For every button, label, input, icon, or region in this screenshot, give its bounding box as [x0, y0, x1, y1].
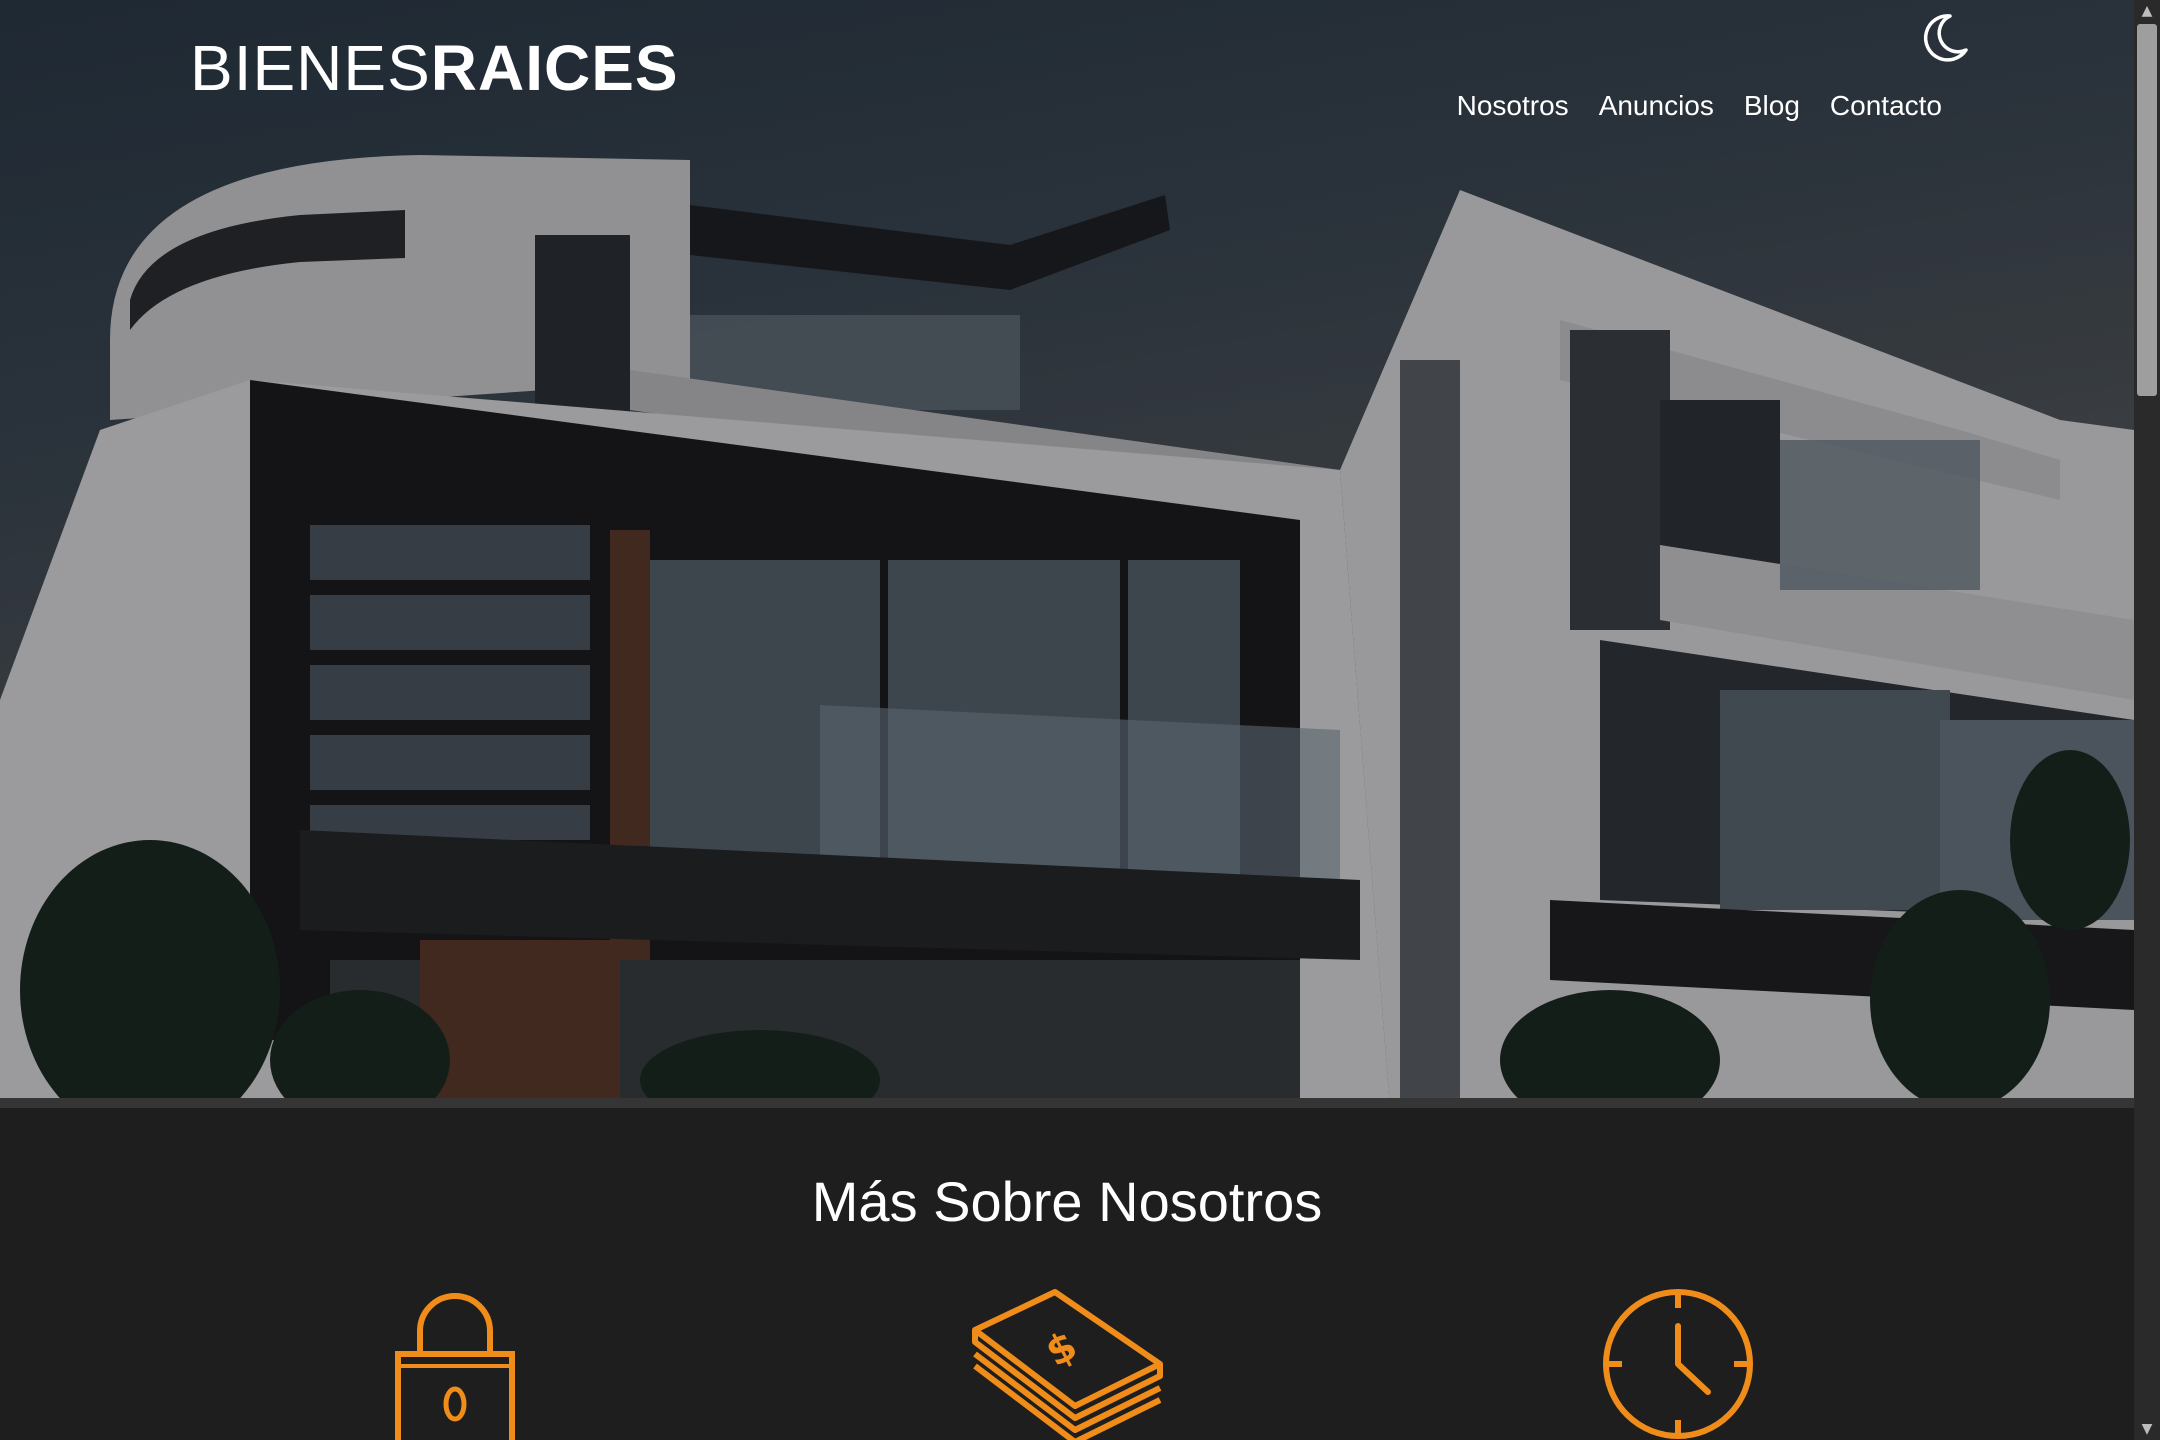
main-navigation: Nosotros Anuncios Blog Contacto: [1457, 88, 1942, 124]
clock-icon: [1603, 1289, 1753, 1439]
nav-link-blog[interactable]: Blog: [1744, 88, 1800, 124]
logo-text-light: BIENES: [190, 32, 431, 104]
vertical-scrollbar[interactable]: ▲ ▼: [2134, 0, 2160, 1440]
dark-mode-toggle-button[interactable]: [1920, 12, 1970, 64]
about-section: Más Sobre Nosotros $: [0, 1108, 2134, 1440]
money-icon: $: [972, 1289, 1163, 1440]
logo-text-bold: RAICES: [430, 32, 679, 104]
nav-link-nosotros[interactable]: Nosotros: [1457, 88, 1569, 124]
scroll-up-arrow-icon[interactable]: ▲: [2134, 0, 2160, 22]
hero-header: BIENESRAICES Nosotros Anuncios Blog Cont…: [0, 0, 2134, 1108]
moon-icon: [1923, 14, 1968, 62]
page: BIENESRAICES Nosotros Anuncios Blog Cont…: [0, 0, 2160, 1440]
nav-link-anuncios[interactable]: Anuncios: [1599, 88, 1714, 124]
scrollbar-thumb[interactable]: [2137, 24, 2157, 396]
hero-overlay: [0, 0, 2134, 1108]
nav-link-contacto[interactable]: Contacto: [1830, 88, 1942, 124]
site-logo[interactable]: BIENESRAICES: [190, 36, 679, 100]
scroll-down-arrow-icon[interactable]: ▼: [2134, 1418, 2160, 1440]
lock-icon: [395, 1293, 515, 1440]
svg-text:$: $: [1039, 1323, 1085, 1377]
section-title: Más Sobre Nosotros: [811, 1170, 1323, 1233]
